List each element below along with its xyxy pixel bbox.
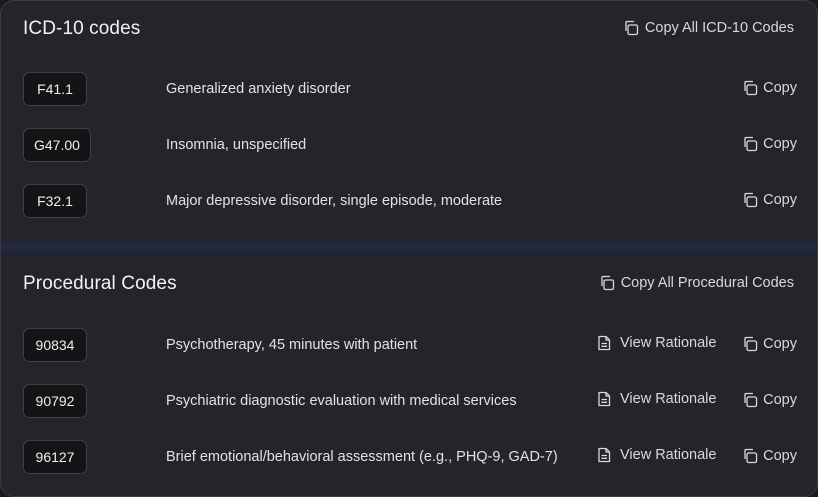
document-icon bbox=[596, 335, 612, 351]
code-description: Brief emotional/behavioral assessment (e… bbox=[166, 449, 558, 465]
copy-label: Copy bbox=[763, 136, 797, 152]
section-title-procedural: Procedural Codes bbox=[23, 273, 177, 294]
code-description: Major depressive disorder, single episod… bbox=[166, 193, 503, 209]
table-row: F32.1 Major depressive disorder, single … bbox=[1, 184, 817, 220]
code-chip[interactable]: 90834 bbox=[23, 328, 87, 362]
copy-icon bbox=[623, 20, 639, 36]
section-divider bbox=[1, 239, 817, 256]
codes-card: ICD-10 codes Copy All ICD-10 Codes F41.1… bbox=[0, 0, 818, 497]
code-description: Psychotherapy, 45 minutes with patient bbox=[166, 337, 418, 353]
copy-icon bbox=[599, 275, 615, 291]
code-description: Generalized anxiety disorder bbox=[166, 81, 351, 97]
view-rationale-button[interactable]: View Rationale bbox=[596, 335, 716, 351]
view-rationale-label: View Rationale bbox=[620, 335, 717, 351]
table-row: 96127 Brief emotional/behavioral assessm… bbox=[1, 440, 817, 476]
document-icon bbox=[596, 447, 612, 463]
copy-label: Copy bbox=[763, 80, 797, 96]
view-rationale-label: View Rationale bbox=[620, 391, 717, 407]
copy-all-procedural-button[interactable]: Copy All Procedural Codes bbox=[599, 275, 794, 291]
code-description: Insomnia, unspecified bbox=[166, 137, 307, 153]
copy-button[interactable]: Copy bbox=[742, 392, 797, 408]
view-rationale-button[interactable]: View Rationale bbox=[596, 391, 716, 407]
code-chip[interactable]: F32.1 bbox=[23, 184, 87, 218]
copy-button[interactable]: Copy bbox=[742, 136, 797, 152]
procedural-section: Procedural Codes Copy All Procedural Cod… bbox=[1, 256, 817, 496]
table-row: 90792 Psychiatric diagnostic evaluation … bbox=[1, 384, 817, 420]
table-row: 90834 Psychotherapy, 45 minutes with pat… bbox=[1, 328, 817, 364]
document-icon bbox=[596, 391, 612, 407]
copy-all-icd10-label: Copy All ICD-10 Codes bbox=[644, 20, 794, 36]
code-description: Psychiatric diagnostic evaluation with m… bbox=[166, 393, 517, 409]
code-chip[interactable]: G47.00 bbox=[23, 128, 91, 162]
section-title-icd10: ICD-10 codes bbox=[23, 18, 141, 39]
copy-icon bbox=[742, 136, 758, 152]
copy-all-icd10-button[interactable]: Copy All ICD-10 Codes bbox=[623, 20, 794, 36]
copy-icon bbox=[742, 336, 758, 352]
view-rationale-label: View Rationale bbox=[620, 447, 717, 463]
copy-button[interactable]: Copy bbox=[742, 192, 797, 208]
copy-icon bbox=[742, 80, 758, 96]
code-chip[interactable]: 90792 bbox=[23, 384, 87, 418]
code-chip[interactable]: F41.1 bbox=[23, 72, 87, 106]
table-row: G47.00 Insomnia, unspecified Copy bbox=[1, 128, 817, 164]
code-chip[interactable]: 96127 bbox=[23, 440, 87, 474]
copy-label: Copy bbox=[763, 336, 797, 352]
copy-label: Copy bbox=[763, 448, 797, 464]
copy-label: Copy bbox=[763, 392, 797, 408]
copy-icon bbox=[742, 192, 758, 208]
copy-button[interactable]: Copy bbox=[742, 80, 797, 96]
copy-icon bbox=[742, 448, 758, 464]
copy-all-procedural-label: Copy All Procedural Codes bbox=[620, 275, 794, 291]
copy-label: Copy bbox=[763, 192, 797, 208]
table-row: F41.1 Generalized anxiety disorder Copy bbox=[1, 72, 817, 108]
copy-button[interactable]: Copy bbox=[742, 336, 797, 352]
icd10-section: ICD-10 codes Copy All ICD-10 Codes F41.1… bbox=[1, 1, 817, 239]
copy-button[interactable]: Copy bbox=[742, 448, 797, 464]
copy-icon bbox=[742, 392, 758, 408]
view-rationale-button[interactable]: View Rationale bbox=[596, 447, 716, 463]
